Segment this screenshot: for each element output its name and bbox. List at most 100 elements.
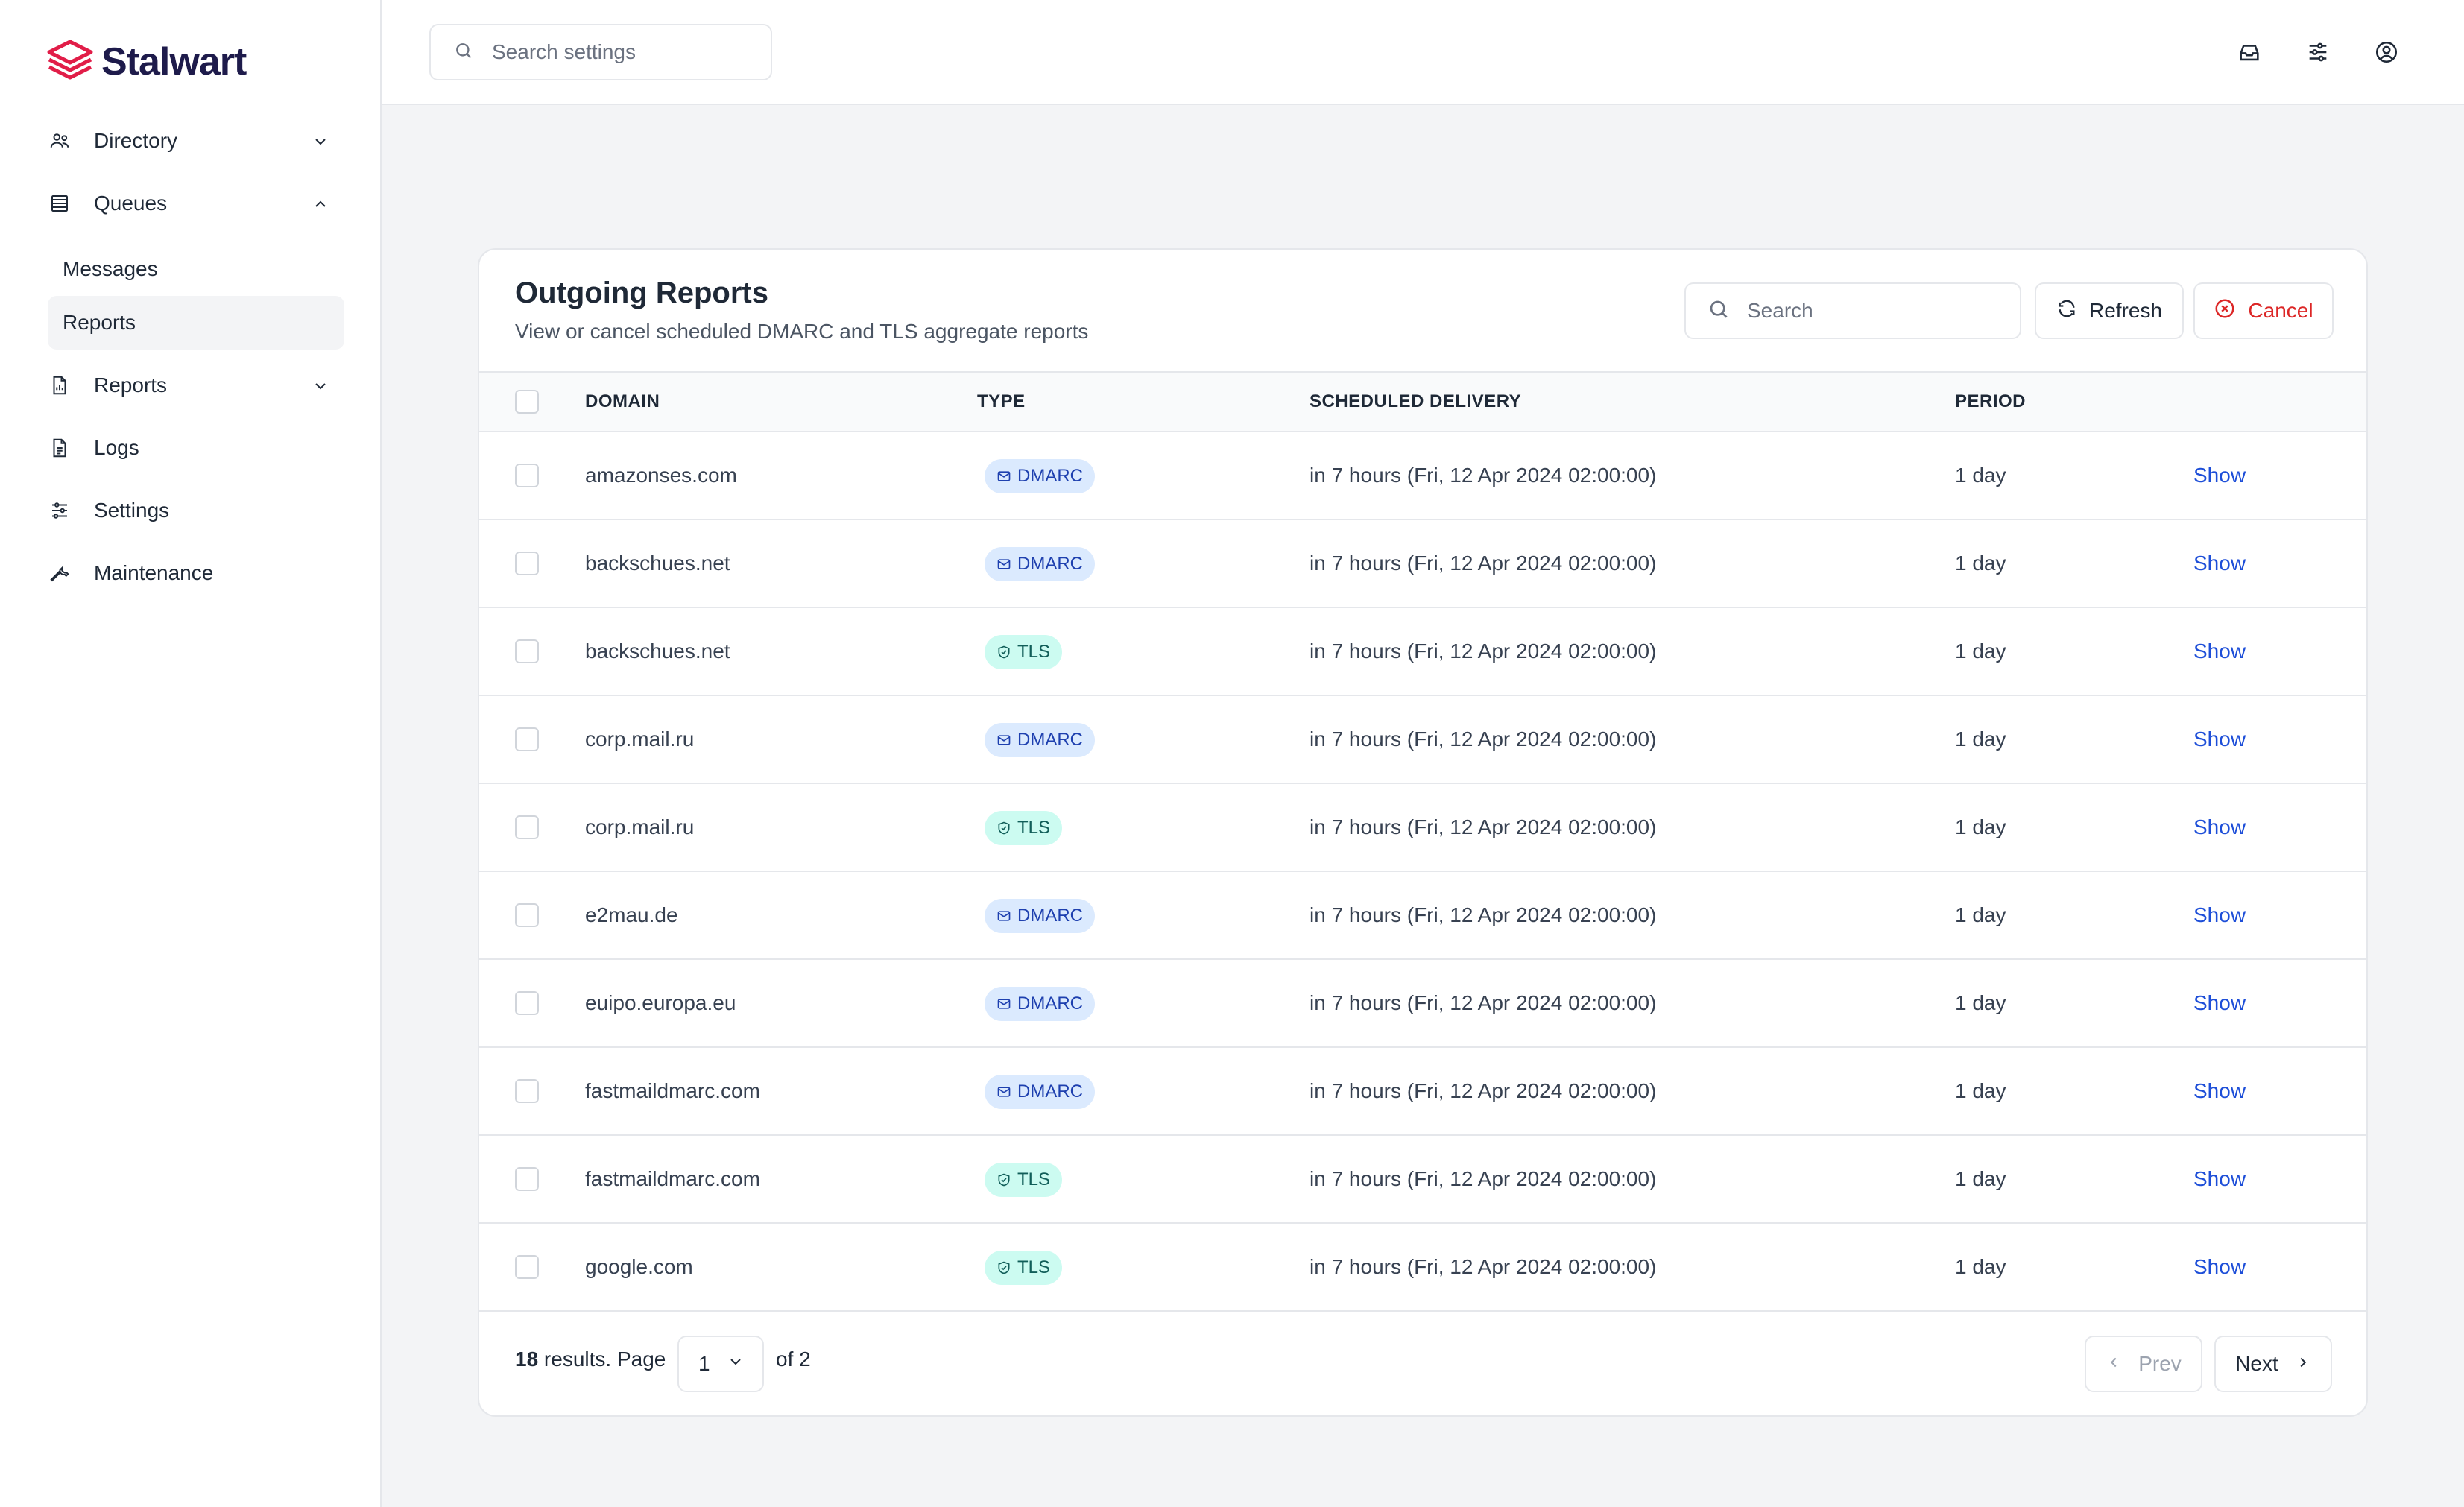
row-checkbox[interactable] [515, 1255, 539, 1279]
row-checkbox[interactable] [515, 727, 539, 751]
row-checkbox[interactable] [515, 815, 539, 839]
table-header: DOMAIN TYPE SCHEDULED DELIVERY PERIOD [479, 371, 2366, 432]
sliders-icon[interactable] [2303, 37, 2333, 67]
column-header-domain[interactable]: DOMAIN [585, 373, 660, 431]
row-checkbox[interactable] [515, 464, 539, 487]
row-checkbox[interactable] [515, 1079, 539, 1103]
row-scheduled: in 7 hours (Fri, 12 Apr 2024 02:00:00) [1310, 552, 1657, 575]
sidebar-item-label: Maintenance [94, 561, 214, 584]
sidebar-item-maintenance[interactable]: Maintenance [46, 549, 344, 597]
next-button[interactable]: Next [2214, 1336, 2332, 1392]
type-badge-label: DMARC [1017, 1081, 1083, 1102]
envelope-icon [997, 1087, 1011, 1097]
x-circle-icon [2214, 297, 2236, 325]
type-badge-label: DMARC [1017, 466, 1083, 486]
reports-search-input[interactable] [1747, 299, 2015, 323]
row-checkbox[interactable] [515, 639, 539, 663]
row-period: 1 day [1955, 1079, 2006, 1102]
row-scheduled: in 7 hours (Fri, 12 Apr 2024 02:00:00) [1310, 991, 1657, 1014]
row-checkbox[interactable] [515, 991, 539, 1015]
settings-search[interactable] [429, 24, 772, 80]
reports-search[interactable] [1684, 282, 2021, 339]
sidebar: Stalwart Directory Queues Messages Repor… [0, 0, 382, 1507]
type-badge: TLS [985, 1251, 1063, 1285]
show-link[interactable]: Show [2193, 1136, 2246, 1222]
sidebar-item-directory[interactable]: Directory [46, 117, 344, 165]
prev-button-label: Prev [2138, 1352, 2182, 1375]
show-link[interactable]: Show [2193, 1048, 2246, 1134]
sidebar-item-label: Queues [94, 192, 168, 215]
cancel-button[interactable]: Cancel [2193, 282, 2334, 339]
show-link[interactable]: Show [2193, 696, 2246, 783]
type-badge: TLS [985, 1163, 1063, 1197]
type-badge-label: TLS [1017, 1169, 1051, 1190]
refresh-button[interactable]: Refresh [2035, 282, 2184, 339]
row-period: 1 day [1955, 639, 2006, 663]
row-scheduled: in 7 hours (Fri, 12 Apr 2024 02:00:00) [1310, 727, 1657, 751]
user-circle-icon[interactable] [2372, 37, 2401, 67]
row-scheduled: in 7 hours (Fri, 12 Apr 2024 02:00:00) [1310, 815, 1657, 838]
sidebar-item-label: Logs [94, 436, 139, 459]
page-title: Outgoing Reports [515, 277, 768, 309]
page-select[interactable]: 1 [677, 1336, 764, 1392]
show-link[interactable]: Show [2193, 608, 2246, 695]
row-scheduled: in 7 hours (Fri, 12 Apr 2024 02:00:00) [1310, 1079, 1657, 1102]
row-domain: backschues.net [585, 552, 730, 575]
row-checkbox[interactable] [515, 1167, 539, 1191]
prev-button[interactable]: Prev [2085, 1336, 2202, 1392]
sidebar-item-queues[interactable]: Queues [46, 180, 344, 227]
table-row: backschues.net DMARC in 7 hours (Fri, 12… [479, 520, 2366, 608]
row-checkbox[interactable] [515, 903, 539, 927]
row-period: 1 day [1955, 815, 2006, 838]
envelope-icon [997, 999, 1011, 1009]
results-count: 18 [515, 1348, 539, 1371]
show-link[interactable]: Show [2193, 1224, 2246, 1310]
sidebar-item-settings[interactable]: Settings [46, 487, 344, 534]
row-domain: corp.mail.ru [585, 727, 695, 751]
show-link[interactable]: Show [2193, 872, 2246, 958]
type-badge: DMARC [985, 1075, 1095, 1109]
search-icon [1707, 297, 1731, 325]
chevron-up-icon [312, 195, 329, 212]
top-bar [382, 0, 2464, 105]
envelope-icon [997, 559, 1011, 569]
show-link[interactable]: Show [2193, 784, 2246, 871]
sliders-icon [46, 497, 73, 524]
select-all-checkbox[interactable] [515, 390, 539, 414]
queue-list-icon [46, 190, 73, 217]
show-link[interactable]: Show [2193, 960, 2246, 1046]
sidebar-subitem-label: Messages [63, 257, 158, 280]
chevron-down-icon [312, 376, 329, 394]
column-header-period[interactable]: PERIOD [1955, 373, 2026, 431]
brand-logo[interactable]: Stalwart [46, 39, 247, 84]
column-header-scheduled[interactable]: SCHEDULED DELIVERY [1310, 373, 1521, 431]
users-icon [46, 127, 73, 154]
show-link[interactable]: Show [2193, 520, 2246, 607]
outgoing-reports-card: Outgoing Reports View or cancel schedule… [478, 248, 2368, 1417]
sidebar-item-reports[interactable]: Reports [46, 361, 344, 409]
type-badge-label: TLS [1017, 1257, 1051, 1277]
column-header-type[interactable]: TYPE [977, 373, 1026, 431]
sidebar-item-label: Reports [94, 373, 168, 397]
show-link[interactable]: Show [2193, 432, 2246, 519]
document-text-icon [46, 435, 73, 461]
row-domain: amazonses.com [585, 464, 737, 487]
row-checkbox[interactable] [515, 552, 539, 575]
row-domain: fastmaildmarc.com [585, 1079, 760, 1102]
settings-search-input[interactable] [492, 40, 745, 64]
pagination-footer: 18 results. Page 1 of 2 Prev Next [479, 1312, 2366, 1415]
sidebar-subitem-reports[interactable]: Reports [48, 296, 344, 350]
shield-check-icon [998, 645, 1010, 659]
type-badge: TLS [985, 811, 1063, 845]
type-badge: DMARC [985, 899, 1095, 933]
inbox-icon[interactable] [2234, 37, 2264, 67]
sidebar-subitem-messages[interactable]: Messages [48, 242, 344, 296]
chevron-down-icon [727, 1352, 745, 1376]
chevron-right-icon [2295, 1352, 2311, 1376]
results-suffix: results. Page [538, 1348, 666, 1371]
next-button-label: Next [2235, 1352, 2278, 1375]
sidebar-item-logs[interactable]: Logs [46, 424, 344, 472]
table-row: google.com TLS in 7 hours (Fri, 12 Apr 2… [479, 1224, 2366, 1312]
type-badge-label: DMARC [1017, 554, 1083, 574]
row-period: 1 day [1955, 903, 2006, 926]
